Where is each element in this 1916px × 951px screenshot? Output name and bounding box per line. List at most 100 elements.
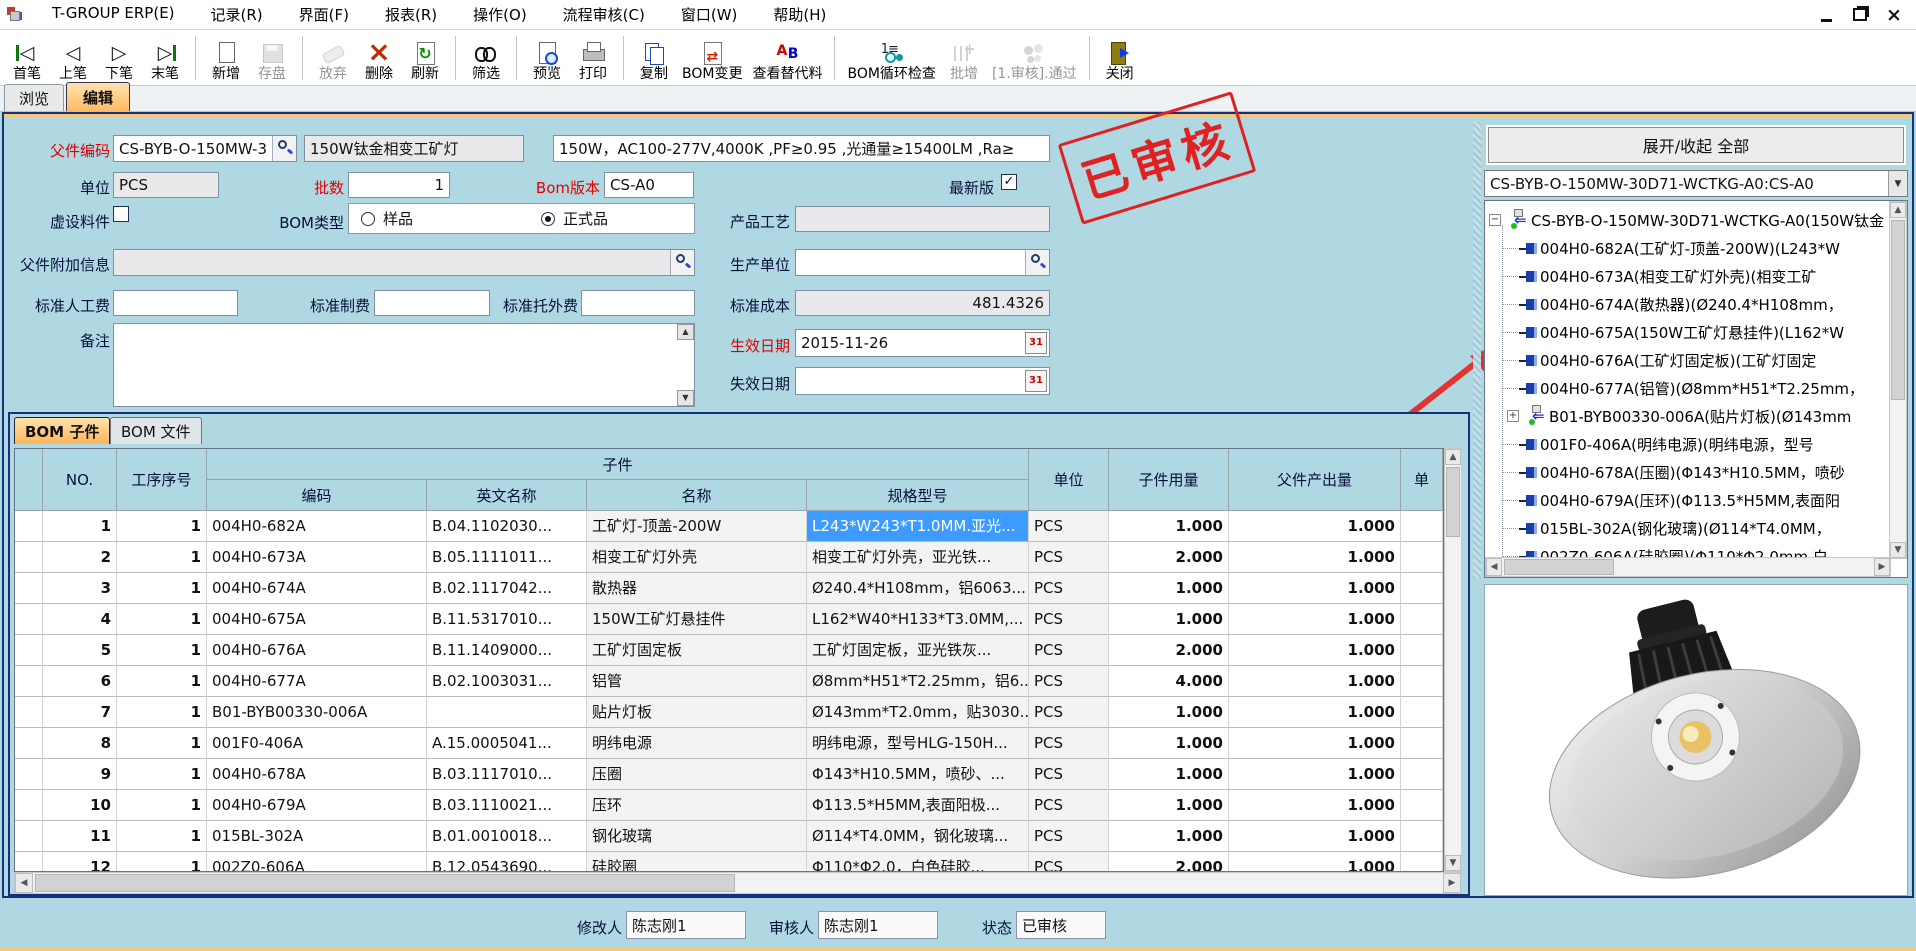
collapse-icon[interactable]: − <box>1489 214 1501 226</box>
radio-formal[interactable] <box>541 212 555 226</box>
table-vscrollbar[interactable]: ▲ ▼ <box>1444 448 1462 872</box>
cell-pqty[interactable]: 1.000 <box>1229 635 1401 666</box>
expand-collapse-all-button[interactable]: 展开/收起 全部 <box>1488 127 1904 163</box>
tree-node[interactable]: 004H0-673A(相变工矿灯外壳)(相变工矿 <box>1519 263 1816 289</box>
cell-en[interactable]: A.15.0005041... <box>427 728 587 759</box>
cell-spec[interactable]: Ø114*T4.0MM，钢化玻璃... <box>807 821 1029 852</box>
cell-unit[interactable]: PCS <box>1029 790 1109 821</box>
cell-spec[interactable]: Φ110*Φ2.0，白色硅胶... <box>807 852 1029 871</box>
menu-item[interactable]: 窗口(W) <box>663 0 756 29</box>
cell-qty[interactable]: 2.000 <box>1109 852 1229 871</box>
search-icon[interactable] <box>1025 250 1049 275</box>
cell-extra[interactable] <box>1401 573 1443 604</box>
parent-spec-field[interactable]: 150W，AC100-277V,4000K ,PF≥0.95 ,光通量≥1540… <box>553 135 1050 162</box>
restore-icon[interactable] <box>1846 4 1874 26</box>
table-row[interactable]: 91004H0-678AB.03.1117010...压圈Φ143*H10.5M… <box>15 759 1443 790</box>
toolbar-button-preview[interactable]: 预览 <box>524 32 570 84</box>
cell-pqty[interactable]: 1.000 <box>1229 790 1401 821</box>
cell-code[interactable]: 002Z0-606A <box>207 852 427 871</box>
cell-name[interactable]: 明纬电源 <box>587 728 807 759</box>
expand-icon[interactable]: + <box>1507 410 1519 422</box>
cell-name[interactable]: 钢化玻璃 <box>587 821 807 852</box>
tree-node[interactable]: 004H0-674A(散热器)(Ø240.4*H108mm， <box>1519 291 1843 317</box>
cell-pqty[interactable]: 1.000 <box>1229 759 1401 790</box>
scroll-down-icon[interactable]: ▼ <box>1890 542 1906 558</box>
cell-extra[interactable] <box>1401 790 1443 821</box>
cell-pqty[interactable]: 1.000 <box>1229 728 1401 759</box>
table-row[interactable]: 71B01-BYB00330-006A贴片灯板Ø143mm*T2.0mm，贴30… <box>15 697 1443 728</box>
labor-cost-input[interactable] <box>113 290 238 316</box>
latest-version-checkbox[interactable]: ✓ <box>1001 174 1017 190</box>
scroll-left-icon[interactable]: ◀ <box>15 873 33 893</box>
cell-en[interactable]: B.11.5317010... <box>427 604 587 635</box>
tab-edit[interactable]: 编辑 <box>66 82 130 111</box>
cell-unit[interactable]: PCS <box>1029 542 1109 573</box>
cell-code[interactable]: 004H0-674A <box>207 573 427 604</box>
tree-node[interactable]: −⇐CS-BYB-O-150MW-30D71-WCTKG-A0(150W钛金 <box>1489 207 1884 233</box>
cell-extra[interactable] <box>1401 604 1443 635</box>
header-name[interactable]: 名称 <box>587 480 807 511</box>
cell-spec[interactable]: L243*W243*T1.0MM.亚光... <box>807 511 1029 542</box>
menu-item[interactable]: 记录(R) <box>193 0 281 29</box>
hscroll-thumb[interactable] <box>1504 559 1614 575</box>
mfg-cost-input[interactable] <box>374 290 490 316</box>
bom-version-input[interactable]: CS-A0 <box>604 172 694 198</box>
outsource-cost-input[interactable] <box>581 290 695 316</box>
tree-node[interactable]: 004H0-675A(150W工矿灯悬挂件)(L162*W <box>1519 319 1844 345</box>
row-selector-cell[interactable] <box>15 573 43 604</box>
cell-extra[interactable] <box>1401 635 1443 666</box>
cell-qty[interactable]: 1.000 <box>1109 821 1229 852</box>
virtual-part-checkbox[interactable] <box>113 206 129 222</box>
cell-spec[interactable]: Ø143mm*T2.0mm，贴3030... <box>807 697 1029 728</box>
cell-spec[interactable]: 明纬电源，型号HLG-150H... <box>807 728 1029 759</box>
cell-seq[interactable]: 1 <box>117 604 207 635</box>
header-qty[interactable]: 子件用量 <box>1109 449 1229 511</box>
toolbar-button-new[interactable]: 新增 <box>203 32 249 84</box>
cell-seq[interactable]: 1 <box>117 573 207 604</box>
cell-code[interactable]: 004H0-682A <box>207 511 427 542</box>
cell-pqty[interactable]: 1.000 <box>1229 511 1401 542</box>
cell-no[interactable]: 12 <box>43 852 117 871</box>
radio-sample[interactable] <box>361 212 375 226</box>
cell-code[interactable]: 015BL-302A <box>207 821 427 852</box>
cell-pqty[interactable]: 1.000 <box>1229 573 1401 604</box>
cell-no[interactable]: 11 <box>43 821 117 852</box>
cell-unit[interactable]: PCS <box>1029 635 1109 666</box>
header-parent-qty[interactable]: 父件产出量 <box>1229 449 1401 511</box>
cell-en[interactable]: B.03.1117010... <box>427 759 587 790</box>
cell-qty[interactable]: 1.000 <box>1109 511 1229 542</box>
toolbar-button-next[interactable]: 下笔 <box>96 32 142 84</box>
cell-code[interactable]: 004H0-678A <box>207 759 427 790</box>
cell-unit[interactable]: PCS <box>1029 697 1109 728</box>
table-row[interactable]: 61004H0-677AB.02.1003031...铝管Ø8mm*H51*T2… <box>15 666 1443 697</box>
cell-name[interactable]: 相变工矿灯外壳 <box>587 542 807 573</box>
cell-en[interactable]: B.01.0010018... <box>427 821 587 852</box>
cell-unit[interactable]: PCS <box>1029 759 1109 790</box>
cell-code[interactable]: 004H0-679A <box>207 790 427 821</box>
cell-en[interactable]: B.11.1409000... <box>427 635 587 666</box>
cell-pqty[interactable]: 1.000 <box>1229 604 1401 635</box>
header-code[interactable]: 编码 <box>207 480 427 511</box>
toolbar-button-prev[interactable]: 上笔 <box>50 32 96 84</box>
cell-seq[interactable]: 1 <box>117 821 207 852</box>
cell-code[interactable]: B01-BYB00330-006A <box>207 697 427 728</box>
row-selector-cell[interactable] <box>15 790 43 821</box>
table-hscrollbar[interactable]: ◀ ▶ <box>14 872 1462 894</box>
tree-node[interactable]: 004H0-676A(工矿灯固定板)(工矿灯固定 <box>1519 347 1816 373</box>
cell-seq[interactable]: 1 <box>117 852 207 871</box>
cell-extra[interactable] <box>1401 852 1443 871</box>
row-selector-cell[interactable] <box>15 604 43 635</box>
cell-unit[interactable]: PCS <box>1029 573 1109 604</box>
tree-node[interactable]: 004H0-679A(压环)(Φ113.5*H5MM,表面阳 <box>1519 487 1840 513</box>
cell-spec[interactable]: Ø240.4*H108mm，铝6063... <box>807 573 1029 604</box>
cell-qty[interactable]: 1.000 <box>1109 573 1229 604</box>
scroll-down-icon[interactable]: ▼ <box>677 390 694 406</box>
cell-name[interactable]: 压环 <box>587 790 807 821</box>
row-selector-cell[interactable] <box>15 759 43 790</box>
cell-name[interactable]: 压圈 <box>587 759 807 790</box>
cell-code[interactable]: 004H0-675A <box>207 604 427 635</box>
row-selector-cell[interactable] <box>15 728 43 759</box>
hscroll-thumb[interactable] <box>35 874 735 892</box>
menu-item[interactable]: T-GROUP ERP(E) <box>34 0 193 29</box>
cell-seq[interactable]: 1 <box>117 511 207 542</box>
